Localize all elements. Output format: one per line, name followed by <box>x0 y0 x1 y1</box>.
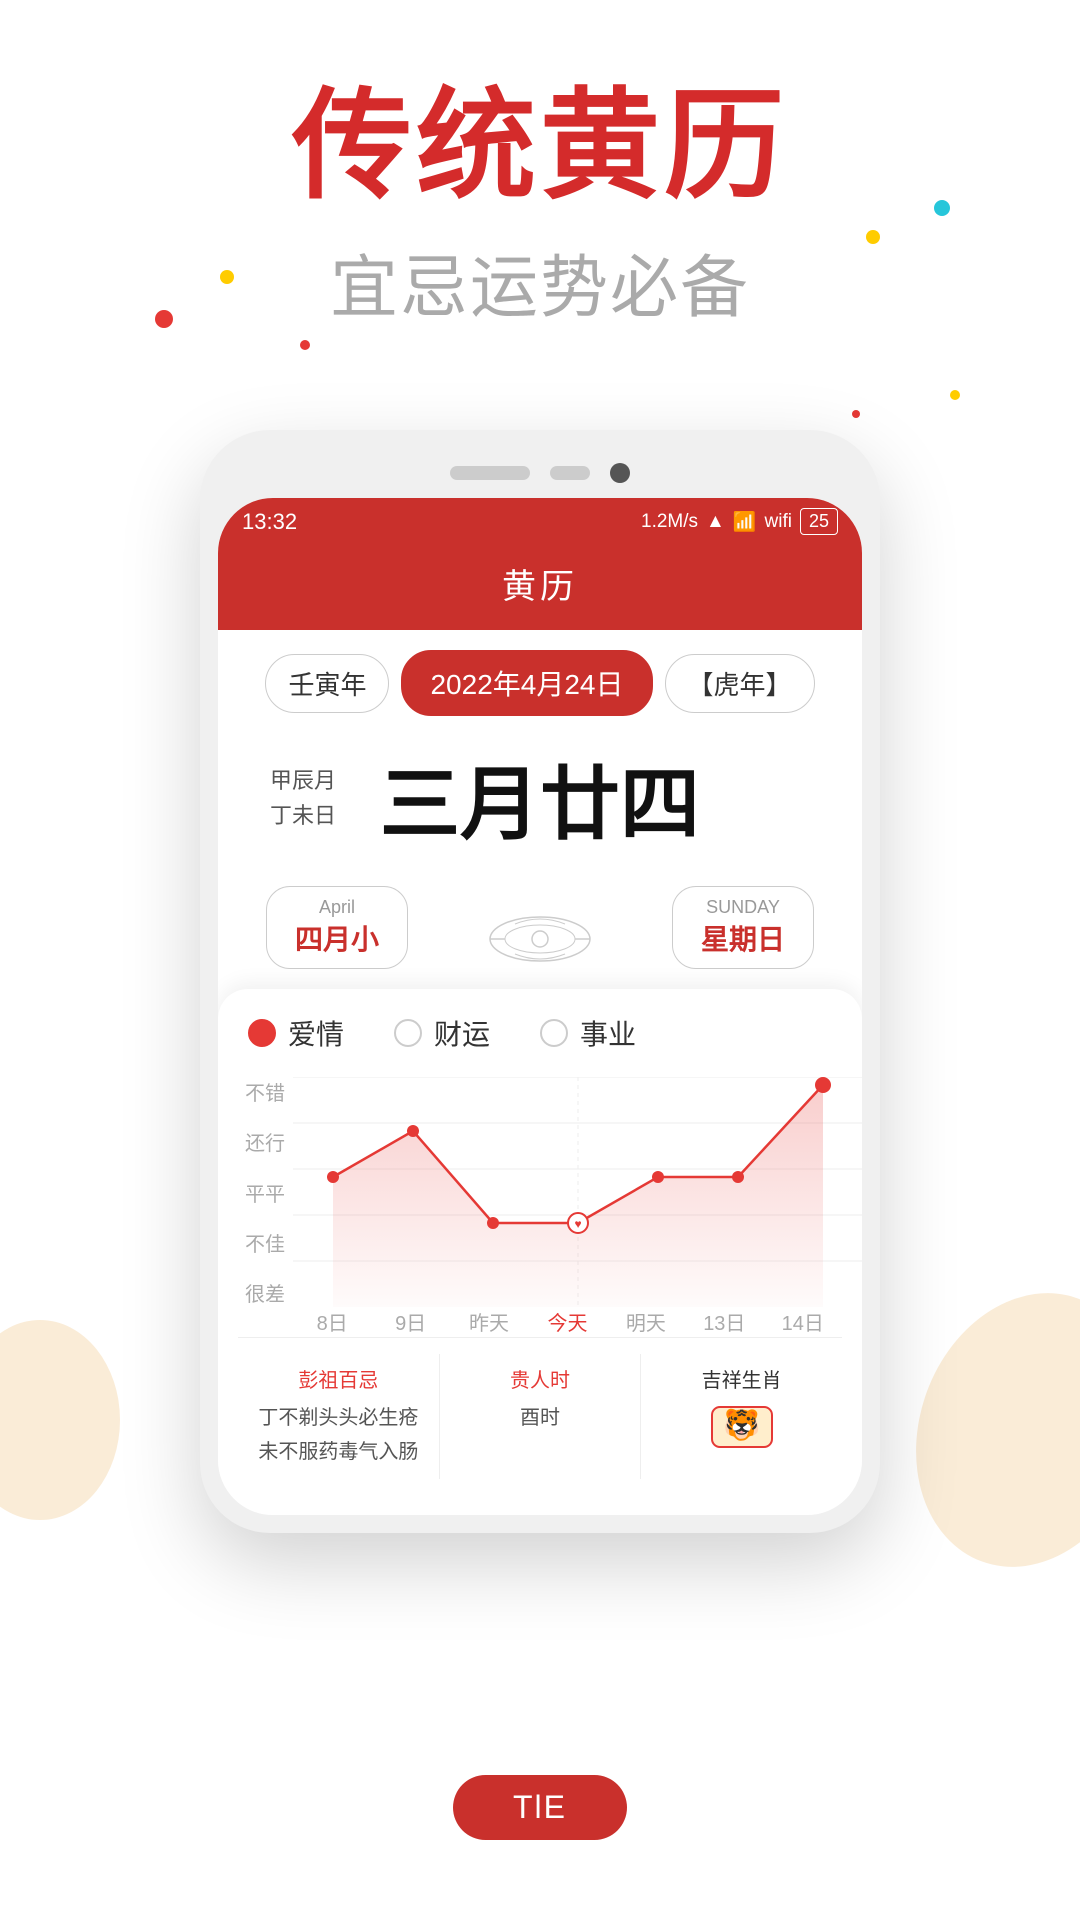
y-label-1: 还行 <box>238 1127 293 1156</box>
svg-text:♥: ♥ <box>574 1217 581 1231</box>
x-label-9: 9日 <box>371 1307 449 1337</box>
luck-tab-wealth[interactable]: 财运 <box>394 1013 490 1053</box>
dot-yellow-3 <box>950 390 960 400</box>
dot-red-3 <box>852 410 860 418</box>
app-header: 黄历 <box>218 545 862 630</box>
lunar-sub: 甲辰月 丁未日 <box>270 763 336 833</box>
y-label-0: 不错 <box>238 1077 293 1106</box>
deco-shape-left <box>0 1320 120 1520</box>
phone-camera <box>610 463 630 483</box>
wifi-icon: wifi <box>765 511 792 533</box>
pengzu-col: 彭祖百忌 丁不剃头头必生疮 未不服药毒气入肠 <box>238 1354 440 1479</box>
phone-notch <box>218 448 862 498</box>
status-right: 1.2M/s ▲ 📶 wifi 25 <box>641 508 838 535</box>
x-label-tomorrow: 明天 <box>607 1307 685 1337</box>
app-title: 黄历 <box>502 568 578 606</box>
deco-shape-right <box>879 1261 1080 1599</box>
x-label-today: 今天 <box>528 1307 606 1337</box>
ornament <box>480 909 600 969</box>
y-label-2: 平平 <box>238 1178 293 1207</box>
tiger-icon: 🐯 <box>655 1397 828 1457</box>
pengzu-title: 彭祖百忌 <box>252 1364 425 1393</box>
weekday-cn-label: 星期日 <box>701 918 785 958</box>
x-label-14: 14日 <box>764 1307 842 1337</box>
month-cn-label: 四月小 <box>295 918 379 958</box>
luck-chart-area: 不错 还行 平平 不佳 很差 <box>238 1077 842 1337</box>
luck-tab-dot-wealth <box>394 1019 422 1047</box>
luck-tab-love[interactable]: 爱情 <box>248 1013 344 1053</box>
luck-tab-career[interactable]: 事业 <box>540 1013 636 1053</box>
year-chip[interactable]: 壬寅年 <box>265 654 389 713</box>
lunar-section: 甲辰月 丁未日 三月廿四 <box>242 734 838 862</box>
y-label-3: 不佳 <box>238 1228 293 1257</box>
luck-tabs: 爱情 财运 事业 <box>238 1013 842 1053</box>
battery: 25 <box>800 508 838 535</box>
chart-y-labels: 不错 还行 平平 不佳 很差 <box>238 1077 293 1307</box>
hero-section: 传统黄历 宜忌运势必备 <box>0 80 1080 331</box>
signal-icon: ▲ <box>706 511 725 533</box>
luck-tab-wealth-label: 财运 <box>434 1013 490 1053</box>
zodiac-chip[interactable]: 【虎年】 <box>665 654 815 713</box>
chart-x-labels: 8日 9日 昨天 今天 明天 13日 14日 <box>293 1307 842 1337</box>
status-bar: 13:32 1.2M/s ▲ 📶 wifi 25 <box>218 498 862 545</box>
pengzu-line2: 未不服药毒气入肠 <box>258 1441 418 1463</box>
x-label-8: 8日 <box>293 1307 371 1337</box>
phone-mockup: 13:32 1.2M/s ▲ 📶 wifi 25 黄历 壬寅年 2022年4月2… <box>200 430 880 1533</box>
luck-tab-dot-love <box>248 1019 276 1047</box>
month-label: 甲辰月 <box>270 763 336 798</box>
phone-speaker2 <box>550 466 590 480</box>
bottom-info: 彭祖百忌 丁不剃头头必生疮 未不服药毒气入肠 贵人时 酉时 吉祥生肖 <box>238 1337 842 1495</box>
pengzu-text: 丁不剃头头必生疮 未不服药毒气入肠 <box>252 1401 425 1469</box>
x-label-yesterday: 昨天 <box>450 1307 528 1337</box>
pengzu-line1: 丁不剃头头必生疮 <box>258 1407 418 1429</box>
dot-red-2 <box>300 340 310 350</box>
day-label: 丁未日 <box>270 798 336 833</box>
network-speed: 1.2M/s <box>641 511 698 533</box>
luck-tab-dot-career <box>540 1019 568 1047</box>
bottom-badge: TlE <box>453 1775 627 1840</box>
y-label-4: 很差 <box>238 1278 293 1307</box>
date-row: 壬寅年 2022年4月24日 【虎年】 <box>242 650 838 716</box>
month-en-label: April <box>295 897 379 918</box>
shengxiao-title: 吉祥生肖 <box>655 1364 828 1393</box>
signal-bars: 📶 <box>733 510 757 534</box>
weekday-chip: SUNDAY 星期日 <box>672 886 814 969</box>
luck-section: 爱情 财运 事业 不错 还行 <box>218 989 862 1515</box>
hero-title: 传统黄历 <box>0 80 1080 212</box>
guiren-value: 酉时 <box>454 1401 627 1435</box>
phone-screen: 13:32 1.2M/s ▲ 📶 wifi 25 黄历 壬寅年 2022年4月2… <box>218 498 862 1515</box>
lunar-date: 三月廿四 <box>380 740 700 856</box>
status-time: 13:32 <box>242 509 297 535</box>
x-label-13: 13日 <box>685 1307 763 1337</box>
hero-subtitle: 宜忌运势必备 <box>0 232 1080 331</box>
luck-tab-love-label: 爱情 <box>288 1013 344 1053</box>
svg-text:🐯: 🐯 <box>723 1406 760 1442</box>
date-chip-active[interactable]: 2022年4月24日 <box>401 650 652 716</box>
luck-tab-career-label: 事业 <box>580 1013 636 1053</box>
calendar-section: 壬寅年 2022年4月24日 【虎年】 甲辰月 丁未日 三月廿四 April <box>218 630 862 989</box>
phone-speaker <box>450 466 530 480</box>
chart-svg: ♥ <box>293 1077 862 1307</box>
guiren-title: 贵人时 <box>454 1364 627 1393</box>
guiren-col: 贵人时 酉时 <box>440 1354 642 1479</box>
month-chip: April 四月小 <box>266 886 408 969</box>
weekday-en-label: SUNDAY <box>701 897 785 918</box>
shengxiao-col: 吉祥生肖 🐯 <box>641 1354 842 1479</box>
month-row: April 四月小 <box>242 872 838 973</box>
